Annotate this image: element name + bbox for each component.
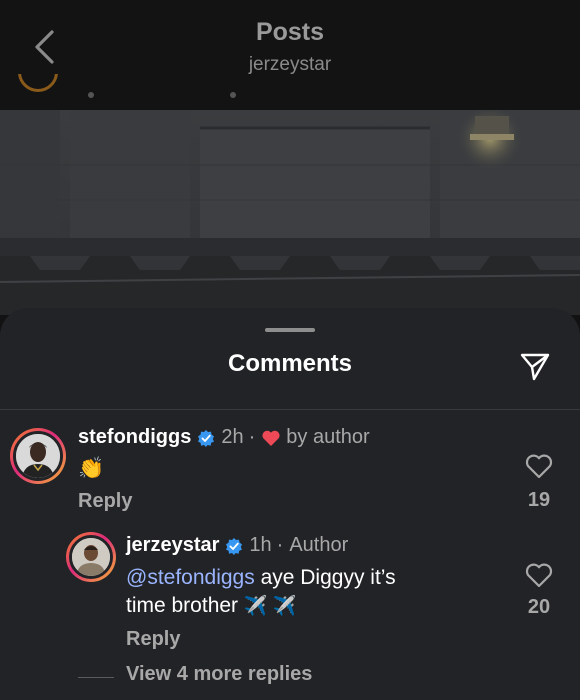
heart-outline-icon: [525, 563, 553, 588]
reply-text: @stefondiggs aye Diggyy it’s time brothe…: [126, 564, 496, 621]
person-silhouette-icon: [72, 538, 110, 576]
comment-text: 👏: [78, 457, 105, 480]
comment-time: 2h: [221, 426, 244, 448]
person-silhouette-icon: [16, 434, 60, 478]
reply-text-line2: time brother: [126, 594, 239, 617]
comment-like-button[interactable]: [523, 450, 555, 482]
view-more-replies-button[interactable]: View 4 more replies: [126, 663, 312, 686]
meta-separator: ·: [276, 534, 284, 556]
comment-username[interactable]: stefondiggs: [78, 426, 191, 449]
page-subtitle: jerzeystar: [248, 54, 332, 75]
reply-text-line1: aye Diggyy it’s: [254, 566, 396, 589]
reply-like-count: 20: [527, 596, 551, 618]
comments-sheet: Comments stefondiggs 2h · by author 👏 Re…: [0, 308, 580, 700]
paper-plane-icon: [520, 353, 550, 381]
liked-by-author-label: by author: [286, 426, 370, 448]
reply-button[interactable]: Reply: [78, 490, 132, 513]
comment-like-count: 19: [527, 489, 551, 511]
reply-like-button[interactable]: [523, 559, 555, 591]
avatar-photo: [69, 535, 113, 579]
post-header-peek-dot: [230, 92, 236, 98]
top-nav-bar: Posts jerzeystar: [0, 0, 580, 110]
post-image-graphic: [0, 110, 580, 315]
verified-badge-icon: [197, 429, 215, 447]
author-badge: Author: [289, 534, 349, 556]
meta-separator: ·: [248, 426, 256, 448]
share-button[interactable]: [515, 346, 555, 386]
reply-time: 1h: [249, 534, 272, 556]
mention-link[interactable]: @stefondiggs: [126, 566, 255, 589]
avatar[interactable]: [10, 428, 66, 484]
sheet-drag-handle[interactable]: [265, 328, 315, 332]
screen: Posts jerzeystar Comments stefondiggs 2h…: [0, 0, 580, 700]
comments-title: Comments: [227, 350, 353, 377]
post-header-peek-dot: [88, 92, 94, 98]
reply-username[interactable]: jerzeystar: [126, 534, 219, 557]
avatar[interactable]: [66, 532, 116, 582]
comment-meta: stefondiggs 2h · by author: [78, 426, 370, 449]
airplane-emoji: ✈️ ✈️: [243, 596, 297, 617]
post-author-avatar-peek: [14, 74, 64, 104]
verified-badge-icon: [225, 537, 243, 555]
post-image: [0, 110, 580, 315]
reply-button[interactable]: Reply: [126, 628, 180, 651]
reply-meta: jerzeystar 1h · Author: [126, 534, 348, 557]
sheet-divider: [0, 409, 580, 410]
heart-outline-icon: [525, 454, 553, 479]
avatar-photo: [13, 431, 63, 481]
page-title: Posts: [255, 18, 325, 46]
thread-line: [78, 677, 114, 678]
heart-icon: [261, 429, 281, 447]
